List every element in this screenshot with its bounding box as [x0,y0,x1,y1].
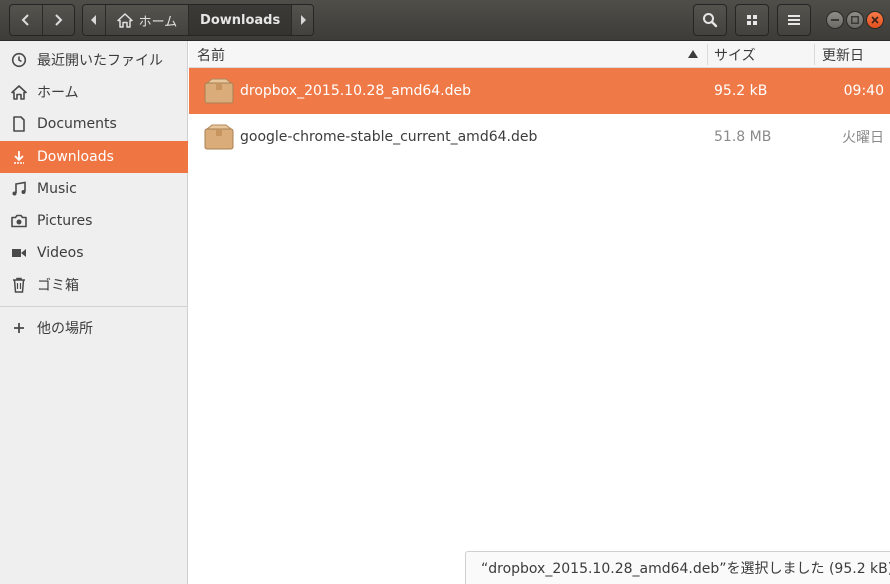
triangle-right-icon [300,15,306,25]
path-current-label: Downloads [200,12,281,28]
triangle-left-icon [90,15,96,25]
sidebar-item-label: Downloads [37,149,114,165]
maximize-button[interactable] [846,11,864,29]
sidebar-separator [0,306,188,307]
camera-icon [11,213,27,229]
header-bar: ホーム Downloads [0,0,890,41]
column-size-header[interactable]: サイズ [714,41,814,68]
package-icon [204,78,234,104]
column-header: 名前 サイズ 更新日 [189,41,890,68]
back-button[interactable] [10,5,42,35]
path-home-label: ホーム [138,14,178,30]
column-modified-label: 更新日 [822,47,864,64]
hamburger-menu-icon [788,15,800,25]
path-scroll-right-button[interactable] [291,5,313,35]
sidebar-item-label: Videos [37,245,84,261]
home-icon [116,12,133,28]
path-bar: ホーム Downloads [82,4,314,36]
file-size: 51.8 MB [714,129,772,145]
close-button[interactable] [866,11,884,29]
package-icon [204,124,234,150]
video-icon [11,245,27,261]
file-row[interactable]: google-chrome-stable_current_amd64.deb 5… [189,114,890,160]
column-divider [707,44,708,65]
minimize-button[interactable] [826,11,844,29]
file-modified: 09:40 [843,83,884,99]
column-name-label: 名前 [197,47,225,64]
sidebar-item-label: 最近開いたファイル [37,53,163,69]
sidebar: 最近開いたファイル ホーム Documents Downloads Music … [0,41,188,584]
sidebar-item-downloads[interactable]: Downloads [0,141,188,173]
maximize-icon [851,16,859,24]
minimize-icon [831,19,839,21]
sidebar-item-other-places[interactable]: 他の場所 [0,312,188,344]
file-row[interactable]: dropbox_2015.10.28_amd64.deb 95.2 kB 09:… [189,68,890,114]
sidebar-item-home[interactable]: ホーム [0,76,188,108]
view-toggle-button[interactable] [735,4,769,36]
sort-ascending-icon [688,50,698,58]
home-icon [11,84,27,100]
sidebar-item-recent[interactable]: 最近開いたファイル [0,44,188,76]
clock-icon [11,52,27,68]
file-name: dropbox_2015.10.28_amd64.deb [240,83,472,99]
column-modified-header[interactable]: 更新日 [822,41,890,68]
forward-button[interactable] [41,5,75,35]
close-icon [871,16,879,24]
sidebar-item-label: Documents [37,116,117,132]
file-name: google-chrome-stable_current_amd64.deb [240,129,538,145]
sidebar-item-videos[interactable]: Videos [0,237,188,269]
music-icon [11,181,27,197]
sidebar-item-pictures[interactable]: Pictures [0,205,188,237]
grid-view-icon [747,15,757,25]
search-button[interactable] [693,4,727,36]
column-divider [814,44,815,65]
sidebar-item-label: Music [37,181,77,197]
file-size: 95.2 kB [714,83,768,99]
sidebar-item-music[interactable]: Music [0,173,188,205]
plus-icon [11,320,27,336]
navigation-buttons [9,4,75,36]
path-current-button[interactable]: Downloads [188,5,292,35]
download-icon [11,149,27,165]
path-home-button[interactable]: ホーム [104,5,189,35]
search-icon [703,13,718,28]
column-name-header[interactable]: 名前 [197,41,697,68]
chevron-left-icon [21,14,29,26]
sidebar-item-trash[interactable]: ゴミ箱 [0,269,188,301]
path-scroll-left-button[interactable] [83,5,105,35]
document-icon [11,116,27,132]
sidebar-item-label: ゴミ箱 [37,278,79,294]
chevron-right-icon [55,14,63,26]
sidebar-item-label: 他の場所 [37,321,93,337]
column-size-label: サイズ [714,47,756,64]
trash-icon [11,277,27,293]
menu-button[interactable] [777,4,811,36]
file-modified: 火曜日 [842,130,884,146]
sidebar-item-documents[interactable]: Documents [0,108,188,140]
sidebar-item-label: Pictures [37,213,93,229]
status-bar: “dropbox_2015.10.28_amd64.deb”を選択しました (9… [465,551,890,584]
sidebar-item-label: ホーム [37,85,79,101]
status-text: “dropbox_2015.10.28_amd64.deb”を選択しました (9… [481,561,890,577]
